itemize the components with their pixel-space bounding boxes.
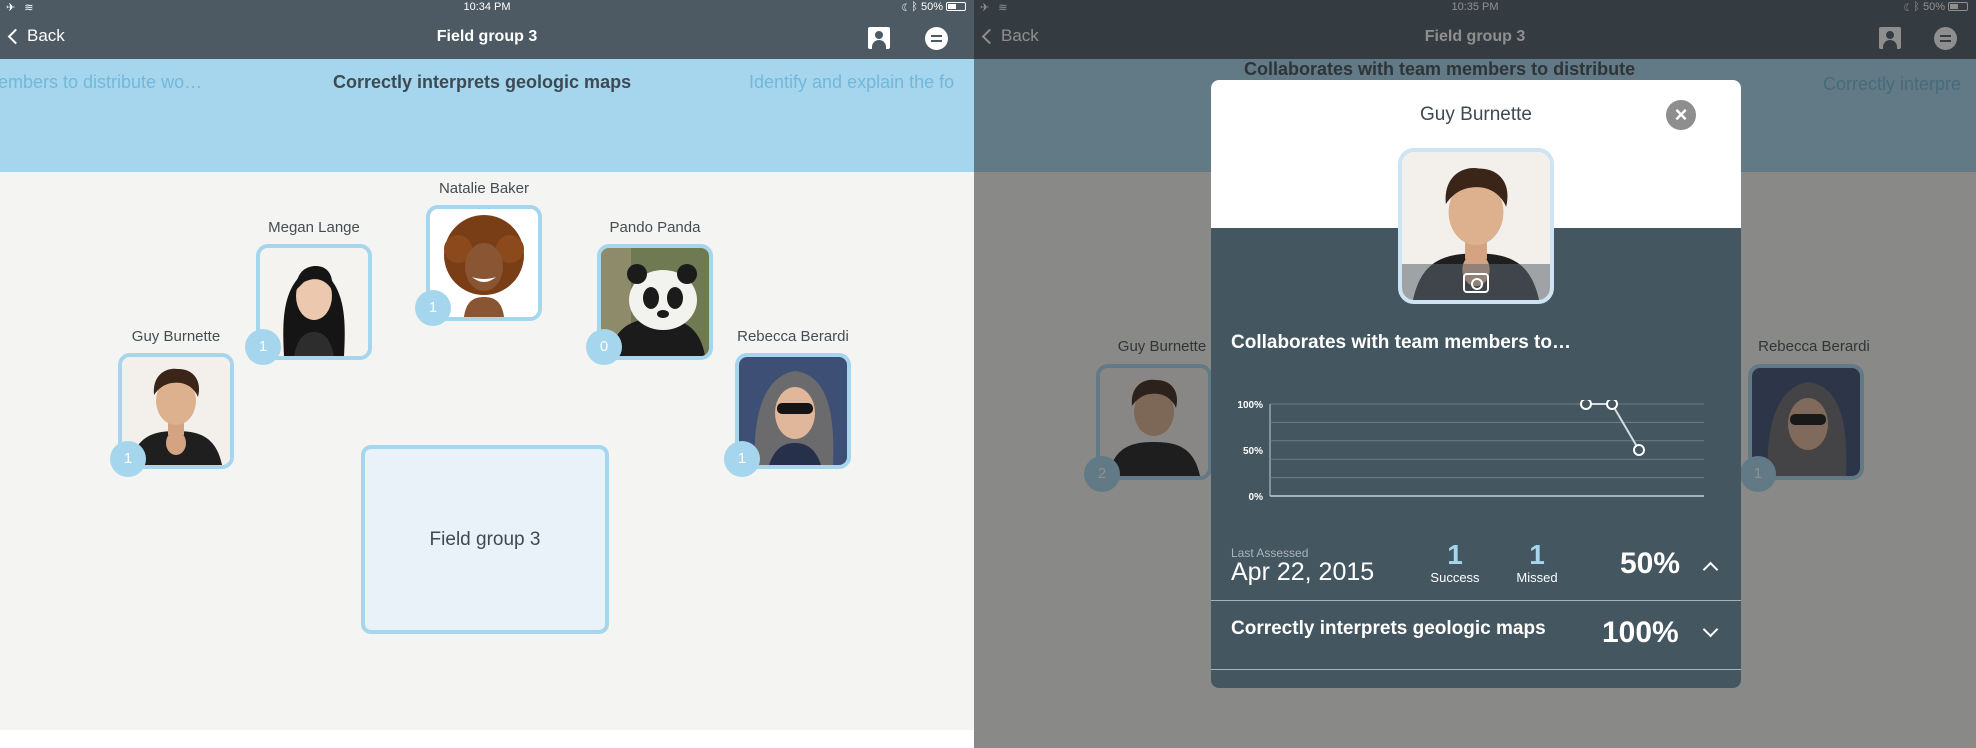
y-tick-label: 100% (1237, 400, 1263, 411)
student-name: Pando Panda (609, 219, 701, 236)
battery-percent: 50% (920, 1, 943, 13)
modal-student-photo[interactable] (1398, 148, 1554, 304)
assessment-count-badge: 1 (415, 290, 451, 326)
success-label: Success (1430, 570, 1480, 585)
person-icon[interactable] (868, 27, 890, 49)
second-objective-percent: 100% (1602, 616, 1679, 649)
chart-point (1606, 400, 1618, 410)
group-target[interactable]: Field group 3 (361, 445, 609, 634)
success-count: 1 (1447, 539, 1463, 570)
objective-current[interactable]: Correctly interprets geologic maps (333, 72, 631, 93)
student-name: Natalie Baker (438, 180, 530, 197)
missed-stat: 1 Missed (1502, 539, 1572, 586)
missed-count: 1 (1529, 539, 1545, 570)
objective-prev[interactable]: embers to distribute wo… (0, 72, 202, 93)
progress-chart: 100% 50% 0% (1237, 400, 1704, 503)
chart-point (1633, 444, 1645, 456)
missed-label: Missed (1516, 570, 1558, 585)
student-name: Megan Lange (268, 219, 360, 236)
student-detail-modal: Guy Burnette × Collaborates with team me… (1211, 80, 1741, 688)
assessment-count-badge: 1 (724, 441, 760, 477)
last-assessed-date: Apr 22, 2015 (1231, 558, 1375, 586)
page-title: Field group 3 (436, 28, 538, 45)
success-stat: 1 Success (1420, 539, 1490, 586)
battery-icon (946, 2, 966, 11)
status-time: 10:34 PM (463, 1, 511, 13)
divider (1211, 600, 1741, 601)
assessment-count-badge: 1 (245, 329, 281, 365)
close-icon[interactable]: × (1666, 100, 1696, 130)
battery-status: ☾ ᛒ 50% (902, 1, 966, 13)
chart-gridlines (1270, 403, 1704, 479)
objective-title[interactable]: Collaborates with team members to… (1231, 332, 1571, 354)
divider (1211, 669, 1741, 670)
modal-student-name: Guy Burnette (1420, 104, 1532, 125)
chart-points (1580, 400, 1645, 456)
y-tick-label: 0% (1249, 492, 1264, 503)
student-name: Guy Burnette (131, 328, 221, 345)
moon-icon: ☾ (901, 1, 909, 13)
objective-next[interactable]: Identify and explain the fo (749, 72, 954, 93)
left-screen: ✈ ≋ 10:34 PM ☾ ᛒ 50% Back Field group 3 … (0, 0, 974, 748)
series-line (1586, 403, 1640, 451)
right-screen: ✈ ≋ 10:35 PM ☾ ᛒ 50% Back Field group 3 … (974, 0, 1976, 748)
assessment-count-badge: 1 (110, 441, 146, 477)
objectives-carousel[interactable]: embers to distribute wo… Correctly inter… (0, 59, 974, 172)
chevron-down-icon[interactable] (1702, 621, 1719, 638)
status-bar: ✈ ≋ 10:34 PM ☾ ᛒ 50% (0, 0, 974, 16)
chart-y-ticks: 100% 50% 0% (1237, 400, 1263, 503)
chart-point (1580, 400, 1592, 410)
menu-icon[interactable] (925, 27, 948, 50)
nav-bar: ✈ ≋ 10:34 PM ☾ ᛒ 50% Back Field group 3 (0, 0, 974, 59)
student-name: Rebecca Berardi (737, 328, 849, 345)
second-objective-title[interactable]: Correctly interprets geologic maps (1231, 618, 1546, 640)
y-tick-label: 50% (1243, 446, 1263, 457)
bluetooth-icon: ᛒ (911, 1, 918, 13)
chevron-up-icon[interactable] (1702, 561, 1719, 578)
camera-icon[interactable] (1463, 273, 1489, 293)
assessment-count-badge: 0 (586, 329, 622, 365)
bottom-strip (0, 730, 974, 748)
objective-percent: 50% (1620, 547, 1681, 580)
